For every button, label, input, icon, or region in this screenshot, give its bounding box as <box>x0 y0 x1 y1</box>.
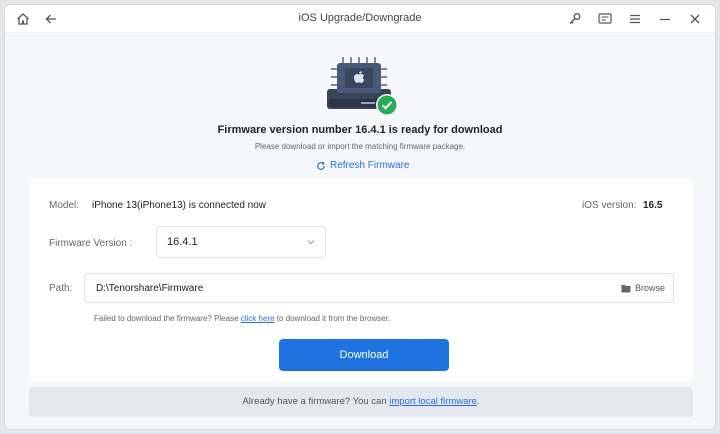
refresh-firmware-label: Refresh Firmware <box>330 160 410 171</box>
feedback-icon[interactable] <box>597 11 613 27</box>
path-field[interactable]: D:\Tenorshare\Firmware Browse <box>84 273 674 303</box>
download-button[interactable]: Download <box>279 339 449 371</box>
menu-icon[interactable] <box>627 11 643 27</box>
ios-version-label: iOS version: <box>582 200 637 211</box>
click-here-link[interactable]: click here <box>241 314 275 323</box>
import-prefix: Already have a firmware? You can <box>242 396 390 407</box>
hero-section: Firmware version number 16.4.1 is ready … <box>5 45 715 175</box>
model-label: Model: <box>49 200 80 211</box>
key-icon[interactable] <box>567 11 583 27</box>
ready-headline: Firmware version number 16.4.1 is ready … <box>217 124 503 136</box>
firmware-card: Model: iPhone 13(iPhone13) is connected … <box>29 179 693 381</box>
ready-subline: Please download or import the matching f… <box>254 142 466 151</box>
fail-note-prefix: Failed to download the firmware? Please <box>94 314 241 323</box>
import-suffix: . <box>476 396 480 407</box>
browse-label: Browse <box>634 283 665 293</box>
download-fail-note: Failed to download the firmware? Please … <box>94 314 390 323</box>
fail-note-suffix: to download it from the browser. <box>274 314 391 323</box>
check-circle-icon <box>376 94 398 116</box>
ios-version-value: 16.5 <box>643 200 663 211</box>
folder-icon <box>621 284 631 292</box>
firmware-version-label: Firmware Version : <box>49 238 133 249</box>
firmware-version-select[interactable]: 16.4.1 <box>156 226 326 258</box>
app-window: iOS Upgrade/Downgrade Firmware version n… <box>4 4 716 430</box>
refresh-firmware-button[interactable]: Refresh Firmware <box>316 160 409 171</box>
import-bar: Already have a firmware? You can import … <box>29 387 693 417</box>
close-icon[interactable] <box>687 11 703 27</box>
model-value: iPhone 13(iPhone13) is connected now <box>92 200 267 211</box>
title-bar: iOS Upgrade/Downgrade <box>5 5 715 33</box>
refresh-icon <box>317 160 325 170</box>
chevron-down-icon <box>307 240 315 245</box>
browse-button[interactable]: Browse <box>621 283 665 293</box>
minimize-icon[interactable] <box>657 11 673 27</box>
path-label: Path: <box>49 283 73 294</box>
firmware-chip-icon <box>323 51 403 117</box>
path-value: D:\Tenorshare\Firmware <box>96 283 204 294</box>
import-local-firmware-link[interactable]: import local firmware <box>389 396 477 407</box>
firmware-version-value: 16.4.1 <box>167 236 198 248</box>
